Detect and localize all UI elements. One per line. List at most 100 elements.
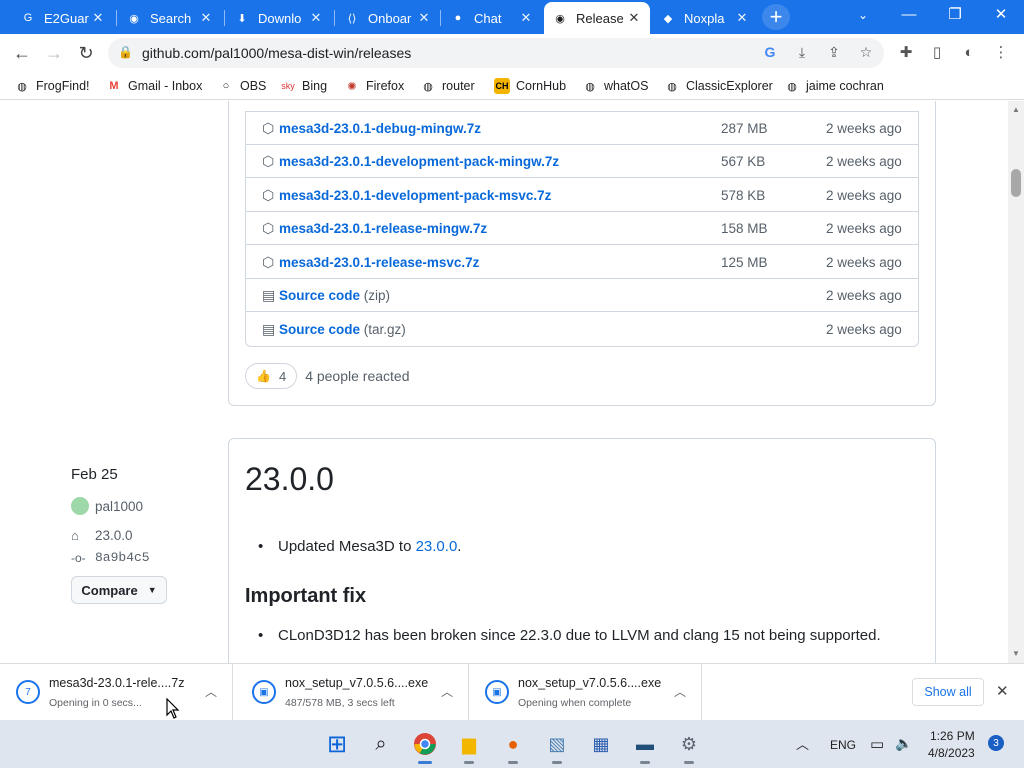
network-icon[interactable]: ▭ (870, 735, 884, 753)
scroll-down-icon[interactable]: ▼ (1008, 649, 1024, 658)
tab-e2guardian[interactable]: G E2Guar ✕ (12, 4, 114, 32)
photos-icon[interactable]: ▧ (542, 729, 572, 764)
clock-date[interactable]: 4/8/2023 (928, 746, 975, 760)
tab-onboarding[interactable]: ⟨⟩ Onboar ✕ (336, 4, 440, 32)
url-text[interactable]: github.com/pal1000/mesa-dist-win/release… (142, 45, 411, 61)
profile-avatar-icon[interactable]: ◐ (958, 42, 980, 64)
asset-row[interactable]: ⬡ mesa3d-23.0.1-release-msvc.7z 125 MB 2… (246, 246, 918, 279)
restore-button[interactable]: ❐ (932, 0, 978, 30)
show-all-button[interactable]: Show all (912, 678, 984, 706)
close-icon[interactable]: ✕ (734, 10, 750, 26)
bookmark-firefox[interactable]: ✺ Firefox (344, 76, 404, 96)
close-icon[interactable]: ✕ (518, 10, 534, 26)
globe-icon: ◍ (423, 80, 433, 93)
asset-link[interactable]: Source code (tar.gz) (279, 322, 406, 337)
google-lens-icon[interactable]: G (760, 44, 780, 62)
tab-noxplayer[interactable]: ◆ Noxpla ✕ (652, 4, 758, 32)
bookmark-obs[interactable]: ○ OBS (218, 76, 267, 96)
bookmark-whatos[interactable]: ◍ whatOS (582, 76, 648, 96)
asset-link[interactable]: mesa3d-23.0.1-release-mingw.7z (279, 221, 487, 236)
share-icon[interactable]: ⇪ (824, 44, 844, 62)
close-icon[interactable]: ✕ (90, 10, 106, 26)
tab-search[interactable]: ◉ Search ✕ (118, 4, 222, 32)
commit-hash[interactable]: 8a9b4c5 (95, 550, 150, 565)
minimize-button[interactable]: — (886, 0, 932, 30)
clock-time[interactable]: 1:26 PM (930, 729, 975, 743)
tag-label[interactable]: 23.0.0 (95, 528, 133, 543)
address-bar[interactable]: 🔒 github.com/pal1000/mesa-dist-win/relea… (108, 38, 884, 68)
asset-link[interactable]: mesa3d-23.0.1-development-pack-msvc.7z (279, 188, 551, 203)
close-icon[interactable]: ✕ (416, 10, 432, 26)
tab-downloads[interactable]: ⬇ Downlo ✕ (226, 4, 332, 32)
tab-releases[interactable]: ◉ Release ✕ (544, 2, 650, 34)
asset-link[interactable]: mesa3d-23.0.1-development-pack-mingw.7z (279, 154, 559, 169)
close-window-button[interactable]: ✕ (978, 0, 1024, 30)
install-app-icon[interactable]: ⤓ (792, 44, 812, 62)
asset-row[interactable]: ⬡ mesa3d-23.0.1-release-mingw.7z 158 MB … (246, 212, 918, 245)
asset-link[interactable]: mesa3d-23.0.1-debug-mingw.7z (279, 121, 481, 136)
bookmark-cornhub[interactable]: CH CornHub (494, 76, 566, 96)
release-author[interactable]: pal1000 (71, 497, 143, 515)
asset-row[interactable]: ▤ Source code (zip) 2 weeks ago (246, 279, 918, 312)
chevron-up-icon[interactable]: ︿ (796, 734, 809, 753)
lock-icon[interactable]: 🔒 (118, 45, 133, 59)
search-icon[interactable]: ⌕ (366, 729, 396, 759)
asset-row[interactable]: ▤ Source code (tar.gz) 2 weeks ago (246, 313, 918, 346)
progress-ring-icon: ▣ (485, 680, 509, 704)
bookmark-frogfind[interactable]: ◍ FrogFind! (14, 76, 89, 96)
bookmark-gmail[interactable]: M Gmail - Inbox (106, 76, 202, 96)
terminal-icon[interactable]: ▬ (630, 729, 660, 764)
page-scrollbar[interactable]: ▲ ▼ (1008, 101, 1024, 663)
extensions-icon[interactable]: ✚ (895, 42, 917, 64)
chrome-icon[interactable] (410, 729, 440, 764)
close-icon[interactable]: ✕ (626, 10, 642, 26)
notification-badge[interactable]: 3 (988, 735, 1004, 751)
chevron-up-icon[interactable]: ︿ (674, 683, 686, 700)
download-item[interactable]: ▣ nox_setup_v7.0.5.6....exe Opening when… (469, 664, 702, 721)
author-name[interactable]: pal1000 (95, 499, 143, 514)
asset-row[interactable]: ⬡ mesa3d-23.0.1-debug-mingw.7z 287 MB 2 … (246, 112, 918, 145)
chevron-up-icon[interactable]: ︿ (441, 683, 453, 700)
release-tag[interactable]: ⌂ 23.0.0 (71, 528, 133, 543)
avatar[interactable] (71, 497, 89, 515)
release-title[interactable]: 23.0.0 (245, 461, 334, 498)
download-item[interactable]: 7 mesa3d-23.0.1-rele....7z Opening in 0 … (0, 664, 233, 721)
asset-date: 2 weeks ago (826, 120, 902, 136)
bookmark-star-icon[interactable]: ☆ (856, 44, 876, 62)
windows-start-icon[interactable]: ⊞ (322, 729, 352, 759)
close-icon[interactable]: ✕ (308, 10, 324, 26)
store-icon[interactable]: ▦ (586, 729, 616, 759)
bookmark-router[interactable]: ◍ router (420, 76, 474, 96)
forward-button[interactable]: → (42, 42, 66, 64)
asset-link[interactable]: mesa3d-23.0.1-release-msvc.7z (279, 255, 479, 270)
menu-icon[interactable]: ⋮ (990, 42, 1012, 64)
compare-button[interactable]: Compare ▼ (71, 576, 167, 604)
close-icon[interactable]: ✕ (198, 10, 214, 26)
chevron-up-icon[interactable]: ︿ (205, 683, 217, 700)
asset-size: 125 MB (721, 254, 768, 270)
scrollbar-thumb[interactable] (1011, 169, 1021, 197)
new-tab-button[interactable]: + (762, 4, 790, 30)
side-panel-icon[interactable]: ▯ (926, 42, 948, 64)
back-button[interactable]: ← (10, 42, 34, 64)
reload-button[interactable]: ↻ (74, 42, 98, 64)
settings-gear-icon[interactable]: ⚙ (674, 729, 704, 764)
version-link[interactable]: 23.0.0 (416, 538, 458, 555)
release-commit[interactable]: -o- 8a9b4c5 (71, 550, 150, 565)
file-explorer-icon[interactable]: ▆ (454, 729, 484, 764)
volume-icon[interactable]: 🔈 (895, 735, 912, 752)
bookmark-classicexplorer[interactable]: ◍ ClassicExplorer (664, 76, 773, 96)
bookmark-jaime-cochran[interactable]: ◍ jaime cochran (784, 76, 884, 96)
scroll-up-icon[interactable]: ▲ (1008, 105, 1024, 114)
language-indicator[interactable]: ENG (830, 738, 856, 752)
asset-row[interactable]: ⬡ mesa3d-23.0.1-development-pack-mingw.7… (246, 145, 918, 178)
tab-chat[interactable]: ● Chat ✕ (442, 4, 542, 32)
firefox-icon[interactable]: ● (498, 729, 528, 764)
asset-row[interactable]: ⬡ mesa3d-23.0.1-development-pack-msvc.7z… (246, 179, 918, 212)
close-icon[interactable]: ✕ (996, 682, 1009, 700)
tab-search-dropdown-icon[interactable]: ⌄ (840, 0, 886, 30)
asset-link[interactable]: Source code (zip) (279, 288, 390, 303)
download-item[interactable]: ▣ nox_setup_v7.0.5.6....exe 487/578 MB, … (236, 664, 469, 721)
bookmark-bing[interactable]: sky Bing (280, 76, 327, 96)
thumbs-up-reaction-button[interactable]: 👍 4 (245, 363, 298, 389)
